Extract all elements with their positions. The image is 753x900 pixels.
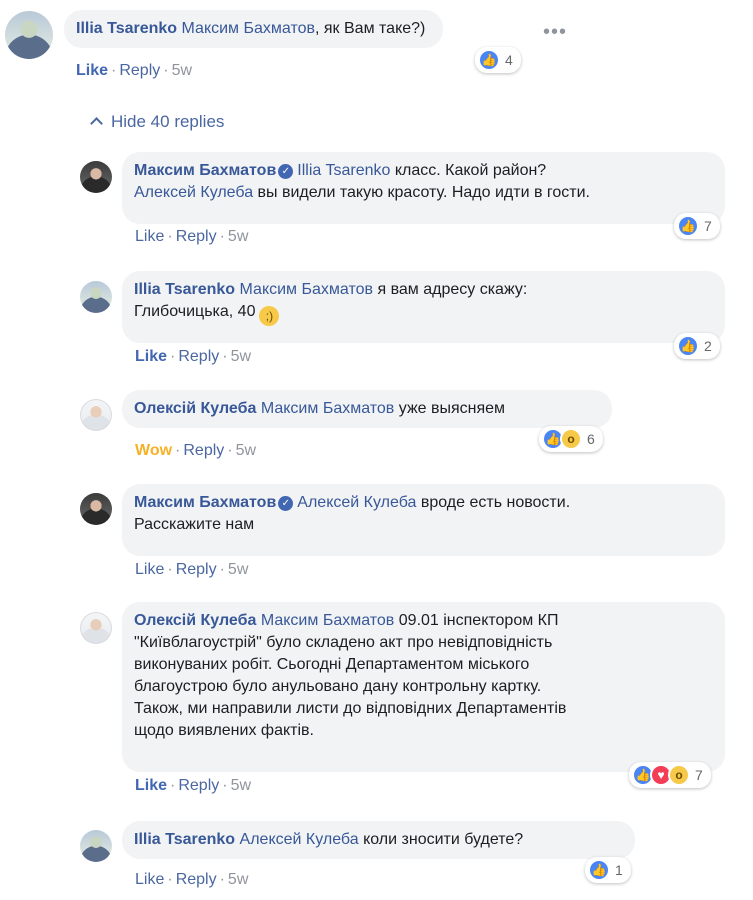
timestamp[interactable]: 5w: [231, 777, 251, 794]
reaction-summary[interactable]: 👍 7: [674, 213, 720, 239]
reaction-summary[interactable]: 👍 2: [674, 333, 720, 359]
comment-text: Також, ми направили листи до відповідних…: [134, 700, 567, 717]
verified-badge-icon: ✓: [278, 164, 294, 179]
comment-author[interactable]: Олексій Кулеба: [134, 400, 256, 417]
avatar[interactable]: [80, 493, 112, 525]
reaction-summary[interactable]: 👍 1: [585, 857, 631, 883]
comment-text: 09.01 інспектором КП: [398, 612, 559, 629]
chevron-up-icon: [90, 117, 103, 130]
comment-actions: Like · Reply · 5w: [76, 62, 193, 79]
comment-mention[interactable]: Алексей Кулеба: [240, 831, 359, 848]
timestamp[interactable]: 5w: [236, 442, 256, 459]
verified-badge-icon: ✓: [278, 496, 294, 511]
like-button[interactable]: Like: [135, 228, 164, 245]
hide-replies-toggle[interactable]: Hide 40 replies: [90, 112, 225, 132]
comment-mention[interactable]: Максим Бахматов: [261, 612, 394, 629]
reply-button[interactable]: Reply: [176, 871, 217, 888]
avatar[interactable]: [5, 11, 53, 59]
comment-actions: Wow · Reply · 5w: [135, 442, 257, 459]
comment-mention[interactable]: Максим Бахматов: [182, 20, 315, 37]
comment-bubble: Олексій Кулеба Максим Бахматов уже выясн…: [122, 390, 612, 428]
comment-text: вроде есть новости.: [420, 494, 571, 511]
timestamp[interactable]: 5w: [172, 62, 192, 79]
like-reaction-icon: 👍: [677, 335, 699, 357]
comment-text: виконуваних робіт. Сьогодні Департаменто…: [134, 656, 530, 673]
comment-bubble: Максим Бахматов ✓ Illia Tsarenko класс. Ка…: [122, 152, 725, 224]
reply-button[interactable]: Reply: [183, 442, 224, 459]
avatar[interactable]: [80, 612, 112, 644]
comment-text: , як Вам таке?): [315, 20, 426, 37]
comment-actions: Like · Reply · 5w: [135, 561, 249, 578]
comment-author[interactable]: Максим Бахматов: [134, 494, 276, 511]
reaction-count: 1: [615, 862, 623, 878]
like-button[interactable]: Like: [135, 871, 164, 888]
reply-button[interactable]: Reply: [178, 777, 219, 794]
reply-button[interactable]: Reply: [176, 561, 217, 578]
avatar[interactable]: [80, 161, 112, 193]
timestamp[interactable]: 5w: [228, 228, 248, 245]
like-button[interactable]: Like: [135, 348, 167, 365]
like-button[interactable]: Like: [76, 62, 108, 79]
reaction-summary[interactable]: 👍 4: [475, 47, 521, 73]
comment-mention[interactable]: Максим Бахматов: [261, 400, 394, 417]
comment-author[interactable]: Illia Tsarenko: [134, 831, 235, 848]
avatar[interactable]: [80, 281, 112, 313]
like-reaction-icon: 👍: [677, 215, 699, 237]
comment-bubble: Олексій Кулеба Максим Бахматов 09.01 інс…: [122, 602, 725, 772]
comment-author[interactable]: Олексій Кулеба: [134, 612, 256, 629]
comment-mention[interactable]: Максим Бахматов: [240, 281, 373, 298]
like-button[interactable]: Like: [135, 777, 167, 794]
comment-actions: Like · Reply · 5w: [135, 871, 249, 888]
comment-text: щодо виявлених фактів.: [134, 722, 314, 739]
comment-actions: Like · Reply · 5w: [135, 777, 252, 794]
reaction-summary[interactable]: 👍 ♥ o 7: [629, 762, 711, 788]
comment-bubble: Illia Tsarenko Максим Бахматов, як Вам т…: [64, 10, 444, 48]
avatar[interactable]: [80, 830, 112, 862]
reaction-count: 7: [704, 218, 712, 234]
avatar[interactable]: [80, 399, 112, 431]
comment-text: Глибочицька, 40: [134, 303, 256, 320]
wink-emoji-icon: ;): [259, 306, 280, 326]
comment-mention[interactable]: Illia Tsarenko: [297, 162, 390, 179]
comment-bubble: Максим Бахматов ✓ Алексей Кулеба вроде ест…: [122, 484, 725, 556]
comment-text: благоустрою було анульовано дану контрол…: [134, 678, 542, 695]
reply-button[interactable]: Reply: [178, 348, 219, 365]
comment-author[interactable]: Illia Tsarenko: [76, 20, 177, 37]
comment-actions: Like · Reply · 5w: [135, 228, 249, 245]
comment-mention[interactable]: Алексей Кулеба: [297, 494, 416, 511]
more-options-icon[interactable]: •••: [543, 22, 567, 42]
comment-text: коли зносити будете?: [363, 831, 524, 848]
timestamp[interactable]: 5w: [228, 561, 248, 578]
comment-text: Расскажите нам: [134, 516, 255, 533]
timestamp[interactable]: 5w: [228, 871, 248, 888]
reaction-count: 4: [505, 52, 513, 68]
reply-button[interactable]: Reply: [176, 228, 217, 245]
comment-author[interactable]: Максим Бахматов: [134, 162, 276, 179]
reaction-count: 7: [695, 767, 703, 783]
hide-replies-label: Hide 40 replies: [111, 112, 225, 131]
reaction-summary[interactable]: 👍 o 6: [539, 426, 603, 452]
comment-bubble: Illia Tsarenko Алексей Кулеба коли зноси…: [122, 821, 635, 859]
reaction-count: 2: [704, 338, 712, 354]
comment-text: класс. Какой район?: [394, 162, 547, 179]
timestamp[interactable]: 5w: [231, 348, 251, 365]
comment-text: я вам адресу скажу:: [377, 281, 528, 298]
like-reaction-icon: 👍: [588, 859, 610, 881]
comment-mention[interactable]: Алексей Кулеба: [134, 184, 253, 201]
like-reaction-icon: 👍: [478, 49, 500, 71]
comment-bubble: Illia Tsarenko Максим Бахматов я вам адр…: [122, 271, 725, 343]
comment-actions: Like · Reply · 5w: [135, 348, 252, 365]
reply-button[interactable]: Reply: [119, 62, 160, 79]
reaction-count: 6: [587, 431, 595, 447]
comment-text: уже выясняем: [398, 400, 506, 417]
wow-reaction-icon: o: [668, 764, 690, 786]
wow-reacted-button[interactable]: Wow: [135, 442, 172, 459]
comment-text: "Київблагоустрій" було складено акт про …: [134, 634, 553, 651]
comment-text: вы видели такую красоту. Надо идти в гос…: [257, 184, 590, 201]
comment-author[interactable]: Illia Tsarenko: [134, 281, 235, 298]
wow-reaction-icon: o: [560, 428, 582, 450]
like-button[interactable]: Like: [135, 561, 164, 578]
